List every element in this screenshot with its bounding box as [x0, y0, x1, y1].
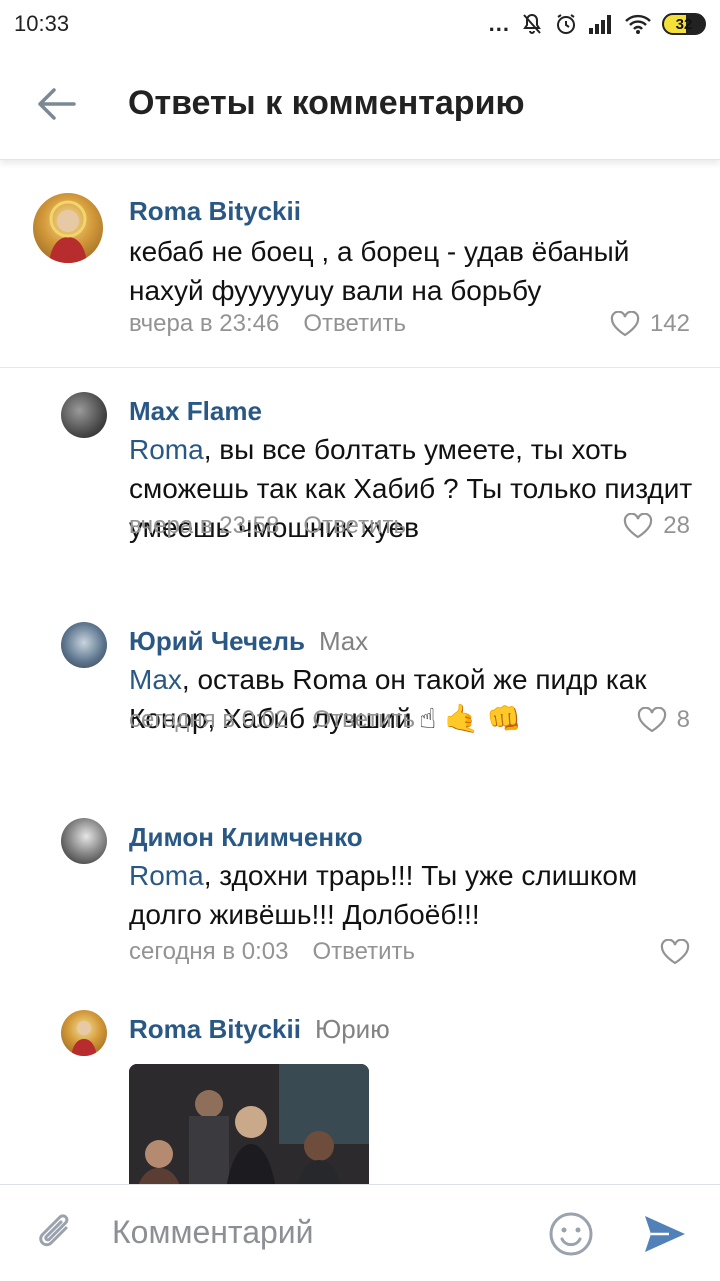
comment-meta: вчера в 23:46 Ответить 142	[129, 310, 690, 338]
timestamp: вчера в 23:46	[129, 310, 280, 337]
mention-link[interactable]: Roma	[129, 434, 204, 465]
reply-button[interactable]: Ответить	[312, 938, 415, 966]
mention-link[interactable]: Roma	[129, 860, 204, 891]
page-title: Ответы к комментарию	[128, 84, 525, 122]
timestamp: сегодня в 0:02	[129, 706, 289, 733]
attached-image[interactable]	[129, 1064, 369, 1184]
comment-composer	[0, 1184, 720, 1280]
emoji-button[interactable]	[548, 1211, 594, 1262]
author-line: Димон Климченко	[129, 822, 363, 853]
reply-button[interactable]: Ответить	[312, 706, 415, 734]
paperclip-icon	[39, 1213, 69, 1246]
mention-link[interactable]: Max	[129, 664, 182, 695]
like-button[interactable]: 142	[610, 310, 690, 338]
reply-button[interactable]: Ответить	[303, 512, 406, 540]
avatar[interactable]	[33, 193, 103, 263]
app-header: Ответы к комментарию	[0, 48, 720, 160]
author-line: Roma Bityckii	[129, 196, 301, 227]
heart-icon	[660, 939, 690, 965]
comment-meta: сегодня в 0:02 Ответить 8	[129, 706, 690, 734]
author-name[interactable]: Димон Климченко	[129, 822, 363, 852]
author-name[interactable]: Roma Bityckii	[129, 196, 301, 226]
reply-to: Max	[319, 626, 369, 656]
timestamp: сегодня в 0:03	[129, 938, 289, 965]
signal-icon	[589, 15, 611, 34]
comment-meta: сегодня в 0:03 Ответить	[129, 938, 690, 966]
send-icon	[645, 1216, 685, 1252]
bell-off-icon	[523, 13, 541, 34]
reply-button[interactable]: Ответить	[303, 310, 406, 338]
comment-text: кебаб не боец , а борец - удав ёбаный на…	[129, 236, 630, 306]
like-count: 8	[676, 706, 690, 733]
heart-icon	[637, 707, 666, 733]
avatar[interactable]	[61, 818, 107, 864]
comment-meta: вчера в 23:58 Ответить 28	[129, 512, 690, 540]
author-line: Юрий Чечель Max	[129, 626, 368, 657]
avatar[interactable]	[61, 622, 107, 668]
comment-input[interactable]	[112, 1214, 532, 1251]
like-button[interactable]: 28	[623, 512, 690, 540]
like-button[interactable]	[660, 939, 690, 965]
smiley-icon	[549, 1212, 593, 1256]
reply-to: Юрию	[314, 1014, 390, 1044]
like-count: 142	[649, 310, 690, 337]
wifi-icon	[625, 14, 651, 34]
like-count: 28	[663, 512, 690, 539]
heart-icon	[610, 311, 640, 337]
like-button[interactable]: 8	[637, 706, 690, 734]
replies-list[interactable]: Roma Bityckii кебаб не боец , а борец - …	[0, 160, 720, 1184]
author-name[interactable]: Юрий Чечель	[129, 626, 305, 656]
more-dots-icon: ...	[488, 11, 510, 36]
avatar[interactable]	[61, 1010, 107, 1056]
author-line: Max Flame	[129, 396, 262, 427]
author-name[interactable]: Roma Bityckii	[129, 1014, 301, 1044]
back-button[interactable]	[0, 48, 112, 160]
clock: 10:33	[14, 11, 70, 36]
attach-button[interactable]	[0, 1185, 112, 1281]
divider	[0, 367, 720, 368]
arrow-left-icon	[38, 87, 76, 120]
status-icons: ... 32	[489, 11, 706, 37]
status-bar: 10:33 ... 32	[0, 0, 720, 48]
timestamp: вчера в 23:58	[129, 512, 280, 539]
battery-indicator: 32	[662, 13, 706, 35]
send-button[interactable]	[642, 1213, 688, 1260]
avatar[interactable]	[61, 392, 107, 438]
heart-icon	[624, 513, 653, 539]
author-line: Roma Bityckii Юрию	[129, 1014, 390, 1045]
author-name[interactable]: Max Flame	[129, 396, 262, 426]
alarm-icon	[557, 14, 575, 34]
comment-text: Roma, здохни трарь!!! Ты уже слишком дол…	[129, 860, 638, 930]
